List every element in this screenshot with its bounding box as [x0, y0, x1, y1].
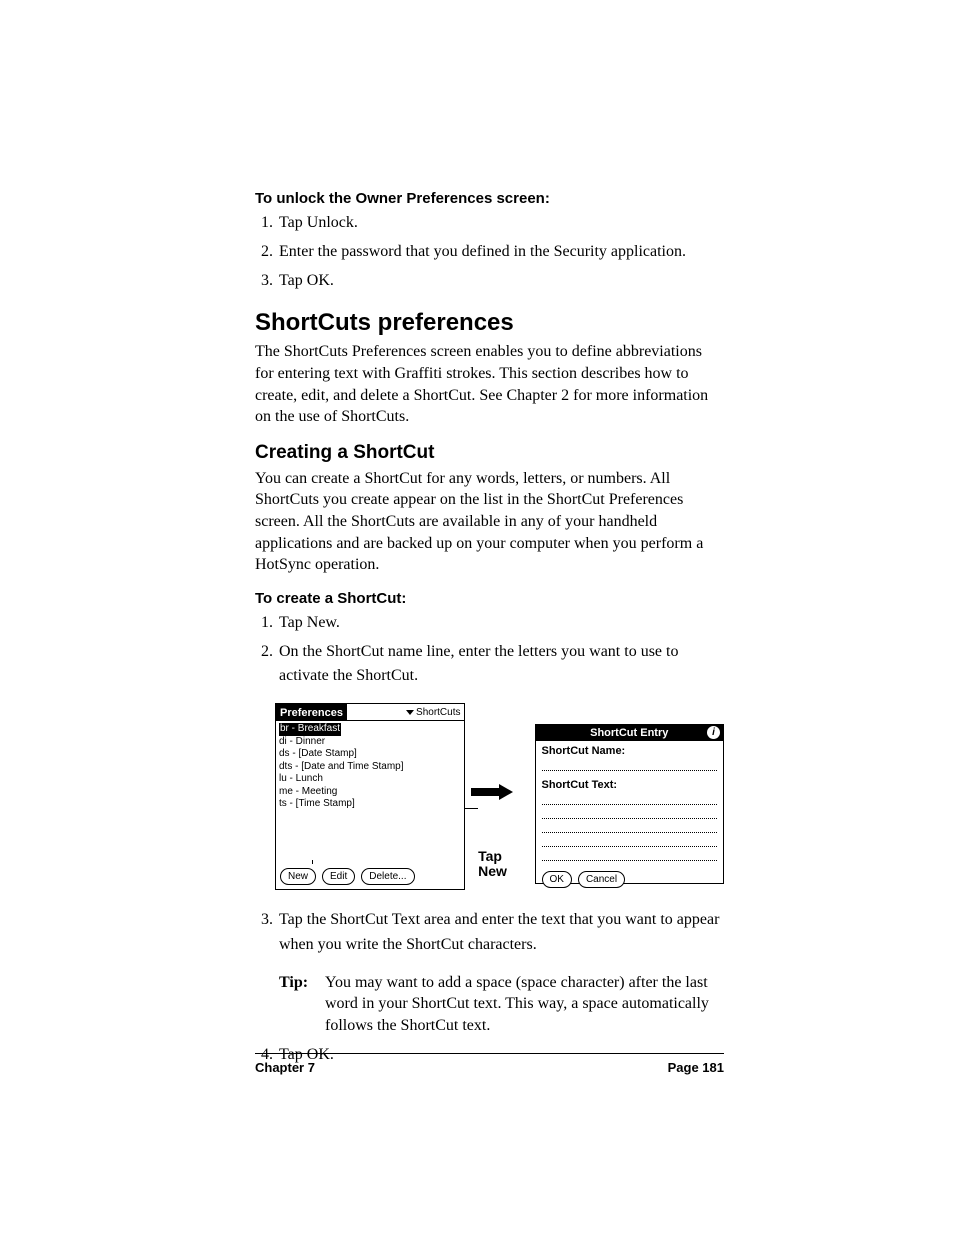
- subsection-title: Creating a ShortCut: [255, 442, 724, 464]
- list-item[interactable]: ts - [Time Stamp]: [279, 798, 355, 809]
- name-label: ShortCut Name:: [542, 745, 718, 757]
- figure: Preferences ShortCuts br - Breakfast di …: [275, 703, 724, 890]
- dialog-body: ShortCut Name: ShortCut Text:: [536, 741, 724, 867]
- create-steps-a: Tap New. On the ShortCut name line, ente…: [255, 611, 724, 689]
- chevron-down-icon: [406, 710, 414, 715]
- tip: Tip: You may want to add a space (space …: [279, 972, 724, 1037]
- footer-chapter: Chapter 7: [255, 1060, 315, 1075]
- unlock-steps: Tap Unlock. Enter the password that you …: [255, 211, 724, 293]
- tip-text: You may want to add a space (space chara…: [325, 972, 724, 1037]
- category-label: ShortCuts: [416, 707, 460, 718]
- footer-page: Page 181: [668, 1060, 724, 1075]
- create-heading: To create a ShortCut:: [255, 590, 724, 607]
- text-input[interactable]: [542, 793, 718, 805]
- callout-line: [464, 808, 478, 809]
- delete-button[interactable]: Delete...: [361, 868, 414, 885]
- callout-label: TapNew: [478, 849, 507, 880]
- callout-tick: [312, 860, 313, 864]
- page: To unlock the Owner Preferences screen: …: [0, 0, 954, 1235]
- text-input[interactable]: [542, 807, 718, 819]
- text-input[interactable]: [542, 849, 718, 861]
- ok-button[interactable]: OK: [542, 871, 572, 888]
- arrow-column: TapNew: [471, 714, 515, 880]
- info-icon[interactable]: i: [707, 726, 720, 739]
- list-item: Enter the password that you defined in t…: [277, 240, 724, 265]
- tip-label: Tip:: [279, 972, 317, 1037]
- list-item: Tap New.: [277, 611, 724, 636]
- category-dropdown[interactable]: ShortCuts: [347, 704, 464, 721]
- dialog-buttons: OK Cancel: [536, 867, 724, 894]
- list-item[interactable]: br - Breakfast: [279, 723, 341, 736]
- section-body: The ShortCuts Preferences screen enables…: [255, 341, 724, 427]
- button-row: New Edit Delete...: [276, 864, 464, 889]
- footer: Chapter 7 Page 181: [255, 1053, 724, 1075]
- list-item: Tap Unlock.: [277, 211, 724, 236]
- arrow-icon: [471, 784, 515, 800]
- list-item: Tap OK.: [277, 269, 724, 294]
- section-title: ShortCuts preferences: [255, 309, 724, 337]
- preferences-screen: Preferences ShortCuts br - Breakfast di …: [275, 703, 465, 890]
- name-input[interactable]: [542, 759, 718, 771]
- titlebar: Preferences ShortCuts: [276, 704, 464, 721]
- subsection-body: You can create a ShortCut for any words,…: [255, 468, 724, 576]
- text-input[interactable]: [542, 835, 718, 847]
- list-item[interactable]: ds - [Date Stamp]: [279, 748, 357, 759]
- unlock-heading: To unlock the Owner Preferences screen:: [255, 190, 724, 207]
- edit-button[interactable]: Edit: [322, 868, 355, 885]
- shortcut-list[interactable]: br - Breakfast di - Dinner ds - [Date St…: [276, 721, 464, 864]
- text-label: ShortCut Text:: [542, 779, 718, 791]
- new-button[interactable]: New: [280, 868, 316, 885]
- list-item[interactable]: dts - [Date and Time Stamp]: [279, 761, 404, 772]
- list-item[interactable]: lu - Lunch: [279, 773, 323, 784]
- create-steps-b: Tap the ShortCut Text area and enter the…: [255, 908, 724, 958]
- list-item[interactable]: me - Meeting: [279, 786, 337, 797]
- cancel-button[interactable]: Cancel: [578, 871, 625, 888]
- dialog-title: ShortCut Entry i: [536, 725, 724, 741]
- text-input[interactable]: [542, 821, 718, 833]
- list-item: On the ShortCut name line, enter the let…: [277, 640, 724, 690]
- shortcut-entry-screen: ShortCut Entry i ShortCut Name: ShortCut…: [535, 724, 725, 884]
- list-item[interactable]: di - Dinner: [279, 736, 325, 747]
- list-item: Tap the ShortCut Text area and enter the…: [277, 908, 724, 958]
- screen-title: Preferences: [276, 704, 347, 721]
